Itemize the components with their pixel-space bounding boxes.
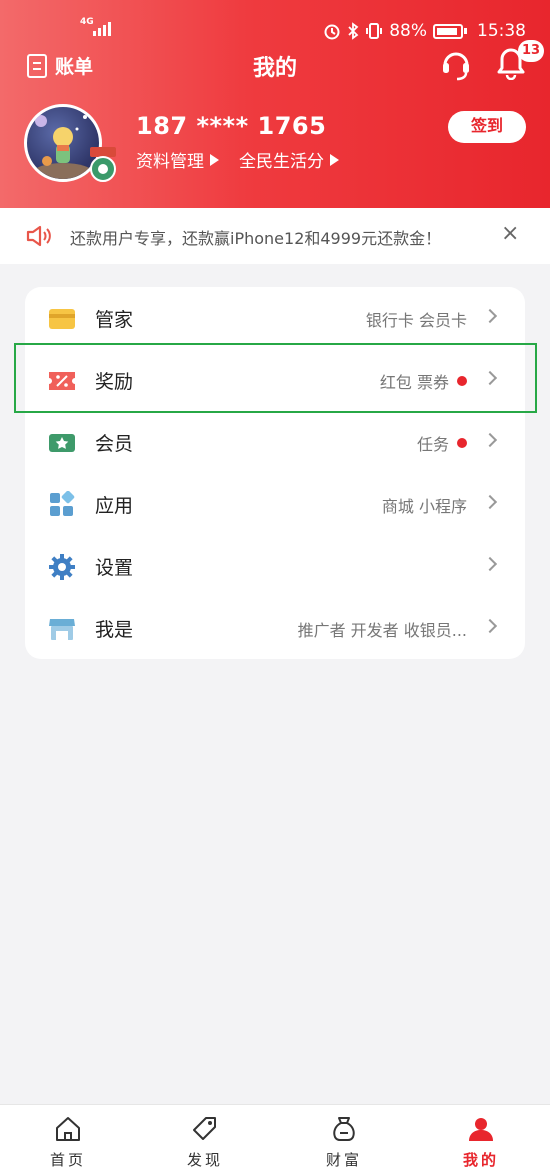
notification-count-badge: 13 bbox=[518, 40, 544, 62]
chevron-right-icon bbox=[482, 494, 498, 510]
battery-percent: 88% bbox=[389, 21, 427, 41]
menu-item-detail: 银行卡 会员卡 bbox=[365, 311, 467, 330]
chevron-right-icon bbox=[482, 618, 498, 634]
highlight-box bbox=[14, 343, 537, 413]
life-score-link[interactable]: 全民生活分 bbox=[239, 147, 339, 172]
tab-discover[interactable]: 发现 bbox=[165, 1105, 245, 1176]
clock: 15:38 bbox=[477, 21, 526, 41]
avatar-badge-icon bbox=[90, 147, 116, 182]
tab-label: 财富 bbox=[325, 1151, 362, 1169]
menu-item-label: 设置 bbox=[95, 557, 134, 579]
profile-header: 4G 88% 15:38 账单 我的 13 187 **** 1765 资料管理… bbox=[0, 0, 550, 208]
menu-item-settings[interactable]: 设置 bbox=[25, 535, 525, 597]
bluetooth-icon bbox=[348, 22, 359, 40]
network-label: 4G bbox=[80, 17, 94, 27]
customer-service-icon[interactable] bbox=[440, 48, 472, 82]
status-bar: 4G 88% 15:38 bbox=[0, 0, 550, 42]
bottom-tab-bar: 首页 发现 财富 我的 bbox=[0, 1104, 550, 1176]
tab-me[interactable]: 我的 bbox=[441, 1105, 521, 1176]
menu-item-detail: 商城 小程序 bbox=[381, 497, 467, 516]
gear-icon bbox=[49, 554, 75, 580]
notice-text: 还款用户专享，还款赢iPhone12和4999元还款金！ bbox=[70, 229, 442, 248]
card-icon bbox=[49, 309, 75, 329]
tab-home[interactable]: 首页 bbox=[28, 1105, 108, 1176]
menu-item-label: 应用 bbox=[95, 495, 134, 517]
battery-icon bbox=[433, 23, 463, 39]
menu-item-manager[interactable]: 管家 银行卡 会员卡 bbox=[25, 287, 525, 349]
chevron-right-icon bbox=[482, 556, 498, 572]
close-icon[interactable]: × bbox=[501, 222, 519, 246]
tag-icon bbox=[193, 1117, 216, 1140]
play-arrow-icon bbox=[210, 153, 219, 166]
tab-label: 发现 bbox=[186, 1151, 223, 1169]
money-bag-icon bbox=[333, 1117, 355, 1141]
user-phone: 187 **** 1765 bbox=[136, 112, 327, 140]
profile-management-link[interactable]: 资料管理 bbox=[136, 147, 219, 172]
member-card-icon bbox=[49, 434, 75, 452]
apps-grid-icon bbox=[50, 491, 75, 516]
signal-icon bbox=[93, 22, 111, 36]
speaker-icon bbox=[26, 225, 51, 247]
tab-wealth[interactable]: 财富 bbox=[304, 1105, 384, 1176]
sign-in-button[interactable]: 签到 bbox=[448, 111, 526, 143]
profile-links: 资料管理 全民生活分 bbox=[136, 147, 339, 172]
chevron-right-icon bbox=[482, 432, 498, 448]
chevron-right-icon bbox=[482, 308, 498, 324]
menu-item-detail: 推广者 开发者 收银员... bbox=[297, 621, 467, 640]
top-navbar: 账单 我的 bbox=[0, 44, 550, 84]
red-dot-indicator bbox=[457, 438, 467, 448]
play-arrow-icon bbox=[330, 153, 339, 166]
menu-item-membership[interactable]: 会员 任务 bbox=[25, 411, 525, 473]
status-right: 88% 15:38 bbox=[323, 21, 526, 41]
tab-label: 我的 bbox=[462, 1151, 499, 1169]
menu-item-apps[interactable]: 应用 商城 小程序 bbox=[25, 473, 525, 535]
menu-item-detail: 任务 bbox=[417, 431, 467, 455]
user-icon bbox=[469, 1118, 493, 1141]
notice-banner[interactable]: 还款用户专享，还款赢iPhone12和4999元还款金！ × bbox=[0, 208, 550, 264]
home-icon bbox=[56, 1117, 80, 1141]
alarm-icon bbox=[324, 24, 340, 40]
menu-item-roles[interactable]: 我是 推广者 开发者 收银员... bbox=[25, 597, 525, 659]
store-icon bbox=[49, 619, 75, 640]
vibrate-icon bbox=[366, 23, 383, 39]
menu-item-label: 我是 bbox=[95, 619, 134, 641]
tab-label: 首页 bbox=[49, 1151, 86, 1169]
menu-item-label: 管家 bbox=[95, 309, 134, 331]
menu-item-label: 会员 bbox=[95, 433, 134, 455]
